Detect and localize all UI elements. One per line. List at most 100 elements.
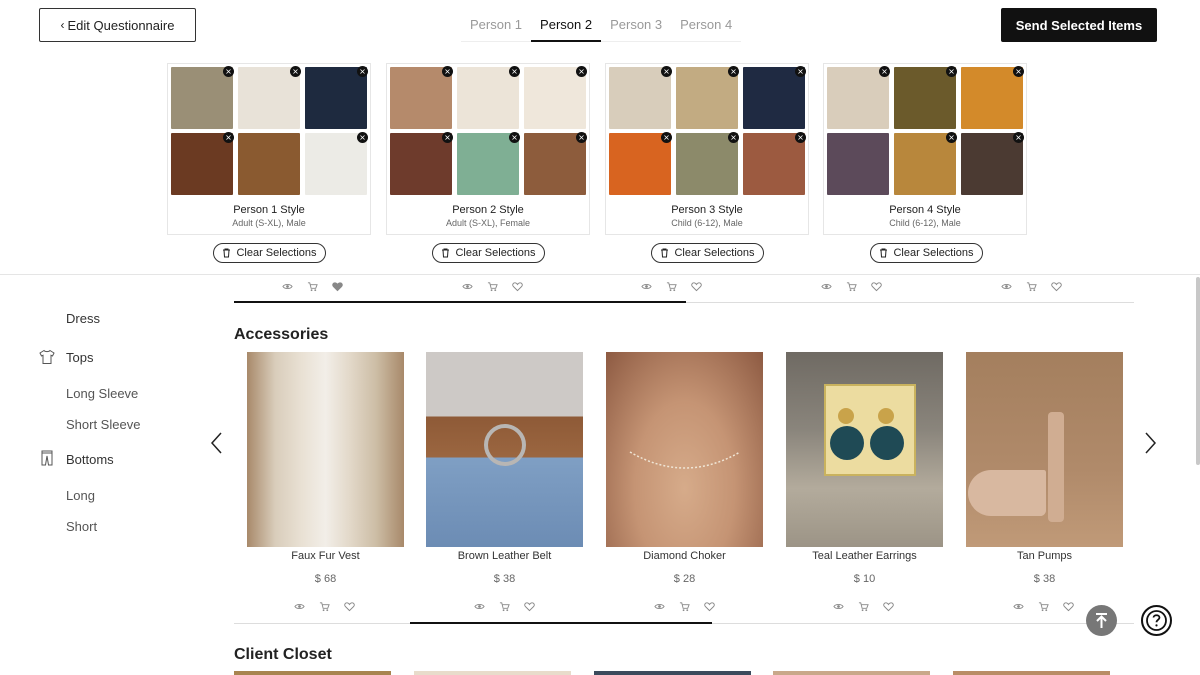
cart-icon[interactable] bbox=[1026, 281, 1037, 292]
selected-item-thumb[interactable]: × bbox=[171, 132, 234, 195]
remove-icon[interactable]: × bbox=[1013, 66, 1024, 77]
selected-item-thumb[interactable] bbox=[827, 133, 889, 195]
clear-selections-button[interactable]: Clear Selections bbox=[213, 243, 326, 263]
selected-item-thumb[interactable]: × bbox=[524, 66, 587, 129]
selected-item-thumb[interactable]: × bbox=[961, 132, 1024, 195]
product-image[interactable] bbox=[247, 352, 404, 547]
closet-item-image[interactable] bbox=[594, 671, 751, 675]
selected-item-thumb[interactable]: × bbox=[827, 66, 890, 129]
tab-person-2[interactable]: Person 2 bbox=[531, 10, 602, 42]
closet-item-image[interactable] bbox=[953, 671, 1110, 675]
cart-icon[interactable] bbox=[846, 281, 857, 292]
remove-icon[interactable]: × bbox=[509, 66, 520, 77]
product-name[interactable]: Brown Leather Belt bbox=[426, 550, 583, 562]
product-card[interactable]: Tan Pumps $ 38 bbox=[966, 352, 1123, 585]
remove-icon[interactable]: × bbox=[795, 132, 806, 143]
remove-icon[interactable]: × bbox=[795, 66, 806, 77]
remove-icon[interactable]: × bbox=[1013, 132, 1024, 143]
eye-icon[interactable] bbox=[654, 601, 665, 612]
selected-item-thumb[interactable]: × bbox=[305, 66, 368, 129]
cart-icon[interactable] bbox=[487, 281, 498, 292]
remove-icon[interactable]: × bbox=[509, 132, 520, 143]
selected-item-thumb[interactable]: × bbox=[238, 66, 301, 129]
remove-icon[interactable]: × bbox=[946, 132, 957, 143]
selected-item-thumb[interactable]: × bbox=[457, 132, 520, 195]
selected-item-thumb[interactable]: × bbox=[894, 132, 957, 195]
tab-person-1[interactable]: Person 1 bbox=[461, 10, 532, 42]
selected-item-thumb[interactable]: × bbox=[609, 66, 672, 129]
help-button[interactable] bbox=[1141, 605, 1172, 636]
eye-icon[interactable] bbox=[474, 601, 485, 612]
cart-icon[interactable] bbox=[499, 601, 510, 612]
selected-item-thumb[interactable]: × bbox=[524, 132, 587, 195]
remove-icon[interactable]: × bbox=[661, 66, 672, 77]
closet-item-image[interactable] bbox=[773, 671, 930, 675]
selected-item-thumb[interactable]: × bbox=[961, 66, 1024, 129]
heart-icon[interactable] bbox=[1063, 601, 1074, 612]
heart-icon[interactable] bbox=[1051, 281, 1062, 292]
selected-item-thumb[interactable]: × bbox=[609, 132, 672, 195]
selected-item-thumb[interactable]: × bbox=[743, 132, 806, 195]
remove-icon[interactable]: × bbox=[223, 132, 234, 143]
product-name[interactable]: Diamond Choker bbox=[606, 550, 763, 562]
sidebar-item-long[interactable]: Long bbox=[66, 488, 95, 503]
product-card[interactable]: Diamond Choker $ 28 bbox=[606, 352, 763, 585]
heart-icon[interactable] bbox=[704, 601, 715, 612]
product-image[interactable] bbox=[606, 352, 763, 547]
remove-icon[interactable]: × bbox=[728, 66, 739, 77]
eye-icon[interactable] bbox=[641, 281, 652, 292]
selected-item-thumb[interactable]: × bbox=[457, 66, 520, 129]
remove-icon[interactable]: × bbox=[357, 132, 368, 143]
remove-icon[interactable]: × bbox=[879, 66, 890, 77]
cart-icon[interactable] bbox=[319, 601, 330, 612]
cart-icon[interactable] bbox=[666, 281, 677, 292]
chevron-left-icon[interactable] bbox=[210, 432, 224, 454]
tab-person-4[interactable]: Person 4 bbox=[671, 10, 742, 42]
remove-icon[interactable]: × bbox=[576, 66, 587, 77]
eye-icon[interactable] bbox=[282, 281, 293, 292]
selected-item-thumb[interactable]: × bbox=[390, 66, 453, 129]
eye-icon[interactable] bbox=[1001, 281, 1012, 292]
product-image[interactable] bbox=[426, 352, 583, 547]
remove-icon[interactable]: × bbox=[357, 66, 368, 77]
send-selected-items-button[interactable]: Send Selected Items bbox=[1001, 8, 1157, 42]
eye-icon[interactable] bbox=[821, 281, 832, 292]
heart-icon[interactable] bbox=[332, 281, 343, 292]
page-scrollbar[interactable] bbox=[1196, 277, 1200, 465]
cart-icon[interactable] bbox=[307, 281, 318, 292]
product-name[interactable]: Teal Leather Earrings bbox=[786, 550, 943, 562]
product-name[interactable]: Tan Pumps bbox=[966, 550, 1123, 562]
eye-icon[interactable] bbox=[833, 601, 844, 612]
cart-icon[interactable] bbox=[858, 601, 869, 612]
carousel-scroll-thumb[interactable] bbox=[234, 301, 686, 303]
sidebar-item-tops[interactable]: Tops bbox=[66, 350, 93, 365]
product-card[interactable]: Brown Leather Belt $ 38 bbox=[426, 352, 583, 585]
heart-icon[interactable] bbox=[344, 601, 355, 612]
scroll-to-top-button[interactable] bbox=[1086, 605, 1117, 636]
remove-icon[interactable]: × bbox=[576, 132, 587, 143]
clear-selections-button[interactable]: Clear Selections bbox=[651, 243, 764, 263]
heart-icon[interactable] bbox=[691, 281, 702, 292]
sidebar-item-long-sleeve[interactable]: Long Sleeve bbox=[66, 386, 138, 401]
sidebar-item-dress[interactable]: Dress bbox=[66, 311, 100, 326]
product-card[interactable]: Faux Fur Vest $ 68 bbox=[247, 352, 404, 585]
product-name[interactable]: Faux Fur Vest bbox=[247, 550, 404, 562]
remove-icon[interactable]: × bbox=[442, 66, 453, 77]
clear-selections-button[interactable]: Clear Selections bbox=[870, 243, 983, 263]
closet-item-image[interactable] bbox=[234, 671, 391, 675]
product-image[interactable] bbox=[966, 352, 1123, 547]
edit-questionnaire-button[interactable]: ‹ Edit Questionnaire bbox=[39, 8, 196, 42]
remove-icon[interactable]: × bbox=[223, 66, 234, 77]
selected-item-thumb[interactable]: × bbox=[676, 66, 739, 129]
chevron-right-icon[interactable] bbox=[1143, 432, 1157, 454]
remove-icon[interactable]: × bbox=[442, 132, 453, 143]
remove-icon[interactable]: × bbox=[728, 132, 739, 143]
eye-icon[interactable] bbox=[1013, 601, 1024, 612]
heart-icon[interactable] bbox=[512, 281, 523, 292]
sidebar-item-short-sleeve[interactable]: Short Sleeve bbox=[66, 417, 140, 432]
selected-item-thumb[interactable]: × bbox=[171, 66, 234, 129]
remove-icon[interactable]: × bbox=[661, 132, 672, 143]
remove-icon[interactable]: × bbox=[290, 66, 301, 77]
closet-item-image[interactable] bbox=[414, 671, 571, 675]
selected-item-thumb[interactable]: × bbox=[305, 132, 368, 195]
